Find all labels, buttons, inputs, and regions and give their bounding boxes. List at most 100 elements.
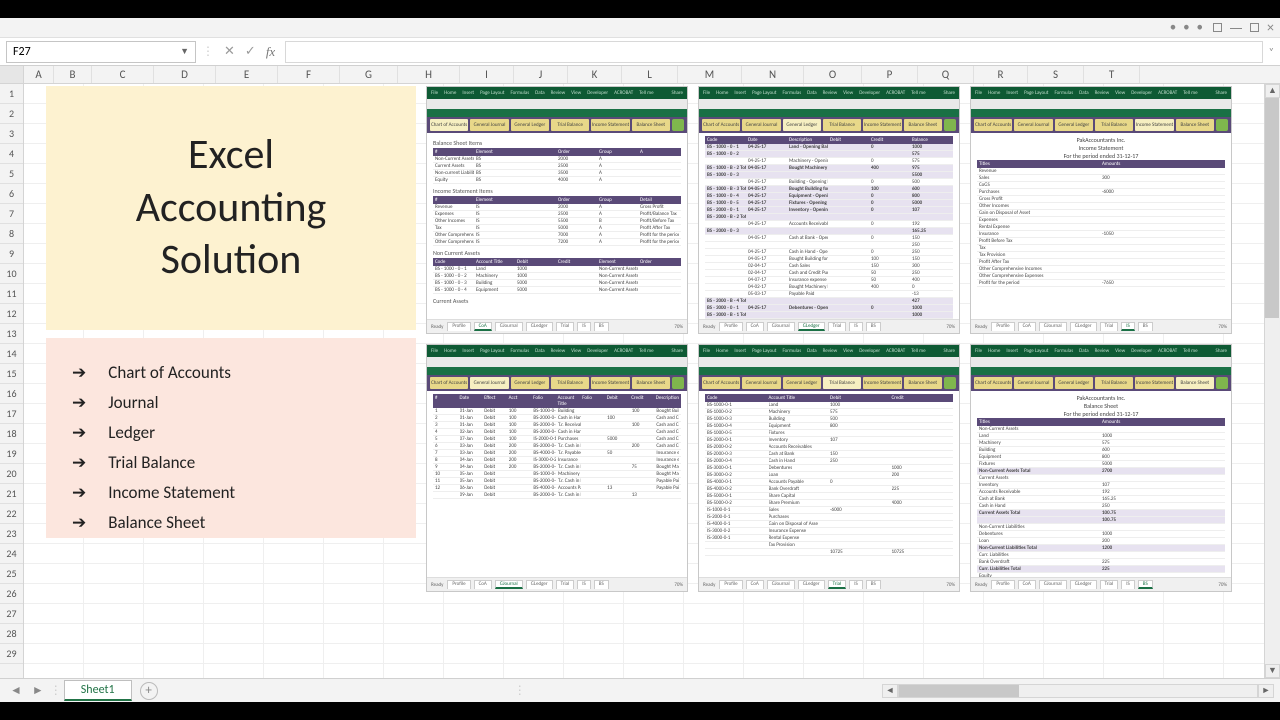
select-all-corner[interactable] (0, 66, 24, 83)
col-header[interactable]: R (974, 66, 1028, 83)
row-header[interactable]: 3 (0, 124, 23, 144)
row-header[interactable]: 12 (0, 304, 23, 324)
arrow-icon: ➔ (72, 388, 86, 418)
col-header[interactable]: S (1028, 66, 1084, 83)
new-sheet-button[interactable]: + (140, 682, 158, 700)
row-header[interactable]: 22 (0, 504, 23, 524)
status-ready: Ready (975, 582, 987, 588)
excel-window: • • • × F27 ▼ ⋮ ✕ ✓ fx ˅ ABCDEFGHIJKLMNO… (0, 18, 1280, 702)
feature-label: Journal (108, 388, 158, 418)
title-line-3: Solution (161, 234, 302, 285)
arrow-icon: ➔ (72, 418, 86, 448)
title-block: Excel Accounting Solution (46, 86, 416, 330)
status-ready: Ready (703, 582, 715, 588)
cancel-icon[interactable]: ✕ (224, 44, 235, 60)
row-header[interactable]: 4 (0, 144, 23, 164)
col-header[interactable]: T (1084, 66, 1140, 83)
status-ready: Ready (431, 324, 443, 330)
fx-icon[interactable]: fx (266, 44, 275, 60)
zoom-level: 70% (674, 582, 683, 588)
feature-item: ➔ Journal (72, 388, 390, 418)
scroll-down-icon[interactable]: ▼ (1265, 664, 1280, 678)
minimize-icon[interactable] (1230, 28, 1242, 29)
scroll-thumb[interactable] (1265, 98, 1279, 318)
ribbon-options-icon[interactable]: • • • (1170, 20, 1205, 35)
row-header[interactable]: 5 (0, 164, 23, 184)
row-header[interactable]: 19 (0, 444, 23, 464)
col-header[interactable]: E (216, 66, 278, 83)
feature-item: ➔Ledger (72, 418, 390, 448)
col-header[interactable]: H (398, 66, 460, 83)
row-header[interactable]: 25 (0, 564, 23, 584)
horizontal-scrollbar[interactable]: ◄ ► (882, 684, 1274, 698)
col-header[interactable]: J (514, 66, 568, 83)
formula-input[interactable] (285, 41, 1262, 63)
col-header[interactable]: B (54, 66, 92, 83)
enter-icon[interactable]: ✓ (245, 44, 256, 60)
col-header[interactable]: N (742, 66, 804, 83)
col-header[interactable]: K (568, 66, 622, 83)
row-header[interactable]: 17 (0, 404, 23, 424)
row-header[interactable]: 28 (0, 624, 23, 644)
thumb-trial-balance: FileHomeInsertPage LayoutFormulasDataRev… (698, 344, 960, 592)
row-header[interactable]: 8 (0, 224, 23, 244)
col-header[interactable]: A (24, 66, 54, 83)
col-header[interactable]: P (862, 66, 918, 83)
sheet-tab-strip: ◄ ► ⋮ Sheet1 + ⋮ ◄ ► (0, 678, 1280, 702)
sheet-tab-sheet1[interactable]: Sheet1 (64, 680, 132, 701)
zoom-level: 70% (946, 582, 955, 588)
tab-nav-left-icon[interactable]: ◄ (6, 683, 26, 698)
row-header[interactable]: 9 (0, 244, 23, 264)
row-header[interactable]: 6 (0, 184, 23, 204)
zoom-level: 70% (674, 324, 683, 330)
col-header[interactable]: O (804, 66, 862, 83)
row-header[interactable]: 24 (0, 544, 23, 564)
scroll-left-icon[interactable]: ◄ (882, 684, 898, 698)
thumb-ledger: FileHomeInsertPage LayoutFormulasDataRev… (698, 86, 960, 334)
col-header[interactable]: I (460, 66, 514, 83)
worksheet-grid[interactable]: Excel Accounting Solution ➔Chart of Acco… (24, 84, 1280, 678)
col-header[interactable]: M (678, 66, 742, 83)
name-box[interactable]: F27 ▼ (6, 41, 196, 63)
row-header[interactable]: 27 (0, 604, 23, 624)
column-headers[interactable]: ABCDEFGHIJKLMNOPQRST (0, 66, 1280, 84)
expand-formula-bar-icon[interactable]: ˅ (1269, 45, 1274, 58)
col-header[interactable]: G (340, 66, 398, 83)
row-header[interactable]: 1 (0, 84, 23, 104)
row-header[interactable]: 23 (0, 524, 23, 544)
vertical-scrollbar[interactable]: ▲ ▼ (1264, 84, 1280, 678)
close-icon[interactable]: × (1267, 23, 1274, 33)
row-header[interactable]: 14 (0, 344, 23, 364)
row-header[interactable]: 15 (0, 364, 23, 384)
row-header[interactable]: 13 (0, 324, 23, 344)
tab-nav-right-icon[interactable]: ► (28, 683, 48, 698)
row-header[interactable]: 26 (0, 584, 23, 604)
row-header[interactable]: 20 (0, 464, 23, 484)
row-header[interactable]: 2 (0, 104, 23, 124)
col-header[interactable]: C (92, 66, 154, 83)
scroll-thumb[interactable] (899, 685, 1019, 697)
zoom-level: 70% (1218, 582, 1227, 588)
row-header[interactable]: 29 (0, 644, 23, 664)
scroll-up-icon[interactable]: ▲ (1265, 84, 1280, 98)
row-header[interactable]: 10 (0, 264, 23, 284)
col-header[interactable]: F (278, 66, 340, 83)
row-header[interactable]: 11 (0, 284, 23, 304)
name-box-dropdown-icon[interactable]: ▼ (180, 46, 189, 57)
row-headers[interactable]: 1234567891011121314151617181920212223242… (0, 84, 24, 678)
row-header[interactable]: 21 (0, 484, 23, 504)
zoom-level: 70% (946, 324, 955, 330)
col-header[interactable]: L (622, 66, 678, 83)
row-header[interactable]: 7 (0, 204, 23, 224)
thumb-coa: FileHomeInsertPage LayoutFormulasDataRev… (426, 86, 688, 334)
thumb-income-statement: FileHomeInsertPage LayoutFormulasDataRev… (970, 86, 1232, 334)
col-header[interactable]: Q (918, 66, 974, 83)
restore-icon[interactable] (1213, 23, 1222, 32)
row-header[interactable]: 18 (0, 424, 23, 444)
feature-label: Balance Sheet (108, 508, 205, 538)
scroll-right-icon[interactable]: ► (1258, 684, 1274, 698)
row-header[interactable]: 16 (0, 384, 23, 404)
col-header[interactable]: D (154, 66, 216, 83)
maximize-icon[interactable] (1250, 23, 1259, 32)
screenshot-thumbnails: FileHomeInsertPage LayoutFormulasDataRev… (426, 86, 1256, 656)
